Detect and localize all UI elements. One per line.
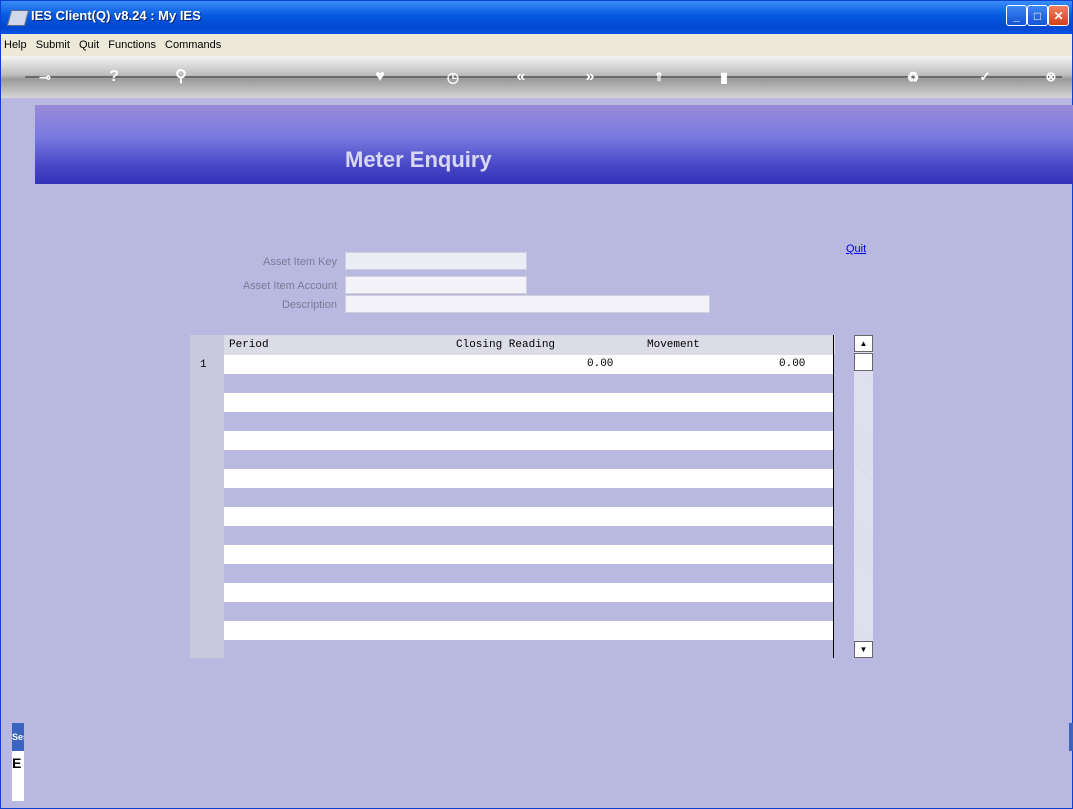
scroll-down-icon[interactable]: ▼ <box>854 641 873 658</box>
upload-icon[interactable]: ⇑ <box>649 67 669 87</box>
maximize-button[interactable]: □ <box>1027 5 1048 26</box>
description-field[interactable] <box>345 295 710 313</box>
page-title: Meter Enquiry <box>345 147 492 172</box>
column-movement[interactable]: Movement <box>647 339 700 351</box>
window-title: IES Client(Q) v8.24 : My IES <box>31 8 201 23</box>
table-row[interactable] <box>224 393 833 412</box>
document-icon[interactable]: ▮ <box>714 67 734 87</box>
favourite-icon[interactable]: ♥ <box>370 67 390 87</box>
table-row[interactable] <box>224 545 833 564</box>
asset-item-key-field[interactable] <box>345 252 527 270</box>
title-bar[interactable]: IES Client(Q) v8.24 : My IES _ □ ✕ <box>1 1 1072 34</box>
recycle-icon[interactable]: ♻ <box>903 67 923 87</box>
next-icon[interactable]: » <box>580 67 600 87</box>
table-row[interactable] <box>224 469 833 488</box>
menu-submit[interactable]: Submit <box>33 34 73 51</box>
quit-link[interactable]: Quit <box>846 243 866 255</box>
menu-help[interactable]: Help <box>1 34 30 51</box>
movement-cell[interactable]: 0.00 <box>779 358 805 370</box>
table-row[interactable] <box>224 507 833 526</box>
table-row[interactable]: 0.00 0.00 <box>224 355 833 374</box>
previous-icon[interactable]: « <box>511 67 531 87</box>
search-icon[interactable]: ⚲ <box>171 67 191 87</box>
grid-right-border <box>833 335 834 658</box>
help-icon[interactable]: ? <box>104 67 124 87</box>
page-banner: Meter Enquiry <box>35 105 1073 184</box>
description-label: Description <box>281 299 337 311</box>
column-closing-reading[interactable]: Closing Reading <box>456 339 555 351</box>
scroll-thumb[interactable] <box>854 353 873 371</box>
menu-bar: Help Submit Quit Functions Commands <box>1 34 1072 56</box>
asset-item-account-field[interactable] <box>345 276 527 294</box>
closing-reading-cell[interactable]: 0.00 <box>587 358 613 370</box>
grid-header: Period Closing Reading Movement <box>224 335 835 355</box>
session-panel[interactable]: E <box>12 751 24 801</box>
asset-item-account-label: Asset Item Account <box>242 280 337 292</box>
accept-icon[interactable]: ✓ <box>975 67 995 87</box>
meter-readings-grid: Period Closing Reading Movement 1 0.00 0… <box>190 335 835 658</box>
row-number-column <box>190 335 224 658</box>
close-icon[interactable]: ⊗ <box>1041 67 1061 87</box>
table-row[interactable] <box>224 583 833 602</box>
scroll-up-icon[interactable]: ▲ <box>854 335 873 352</box>
menu-functions[interactable]: Functions <box>105 34 159 51</box>
session-tab[interactable]: Ses <box>12 723 24 751</box>
menu-commands[interactable]: Commands <box>162 34 224 51</box>
app-icon <box>6 10 30 26</box>
menu-quit[interactable]: Quit <box>76 34 102 51</box>
row-number: 1 <box>200 359 207 371</box>
table-row[interactable] <box>224 621 833 640</box>
toolbar: ⊸ ? ⚲ ♥ ◷ « » ⇑ ▮ ♻ ✓ ⊗ <box>1 56 1072 98</box>
column-period[interactable]: Period <box>229 339 269 351</box>
vertical-scrollbar[interactable]: ▲ ▼ <box>854 335 873 658</box>
clock-icon[interactable]: ◷ <box>443 67 463 87</box>
minimize-button[interactable]: _ <box>1006 5 1027 26</box>
right-edge-tab[interactable] <box>1069 723 1073 751</box>
close-window-button[interactable]: ✕ <box>1048 5 1069 26</box>
application-window: IES Client(Q) v8.24 : My IES _ □ ✕ Help … <box>0 0 1073 809</box>
key-icon[interactable]: ⊸ <box>35 67 55 87</box>
table-row[interactable] <box>224 431 833 450</box>
asset-item-key-label: Asset Item Key <box>263 256 337 268</box>
